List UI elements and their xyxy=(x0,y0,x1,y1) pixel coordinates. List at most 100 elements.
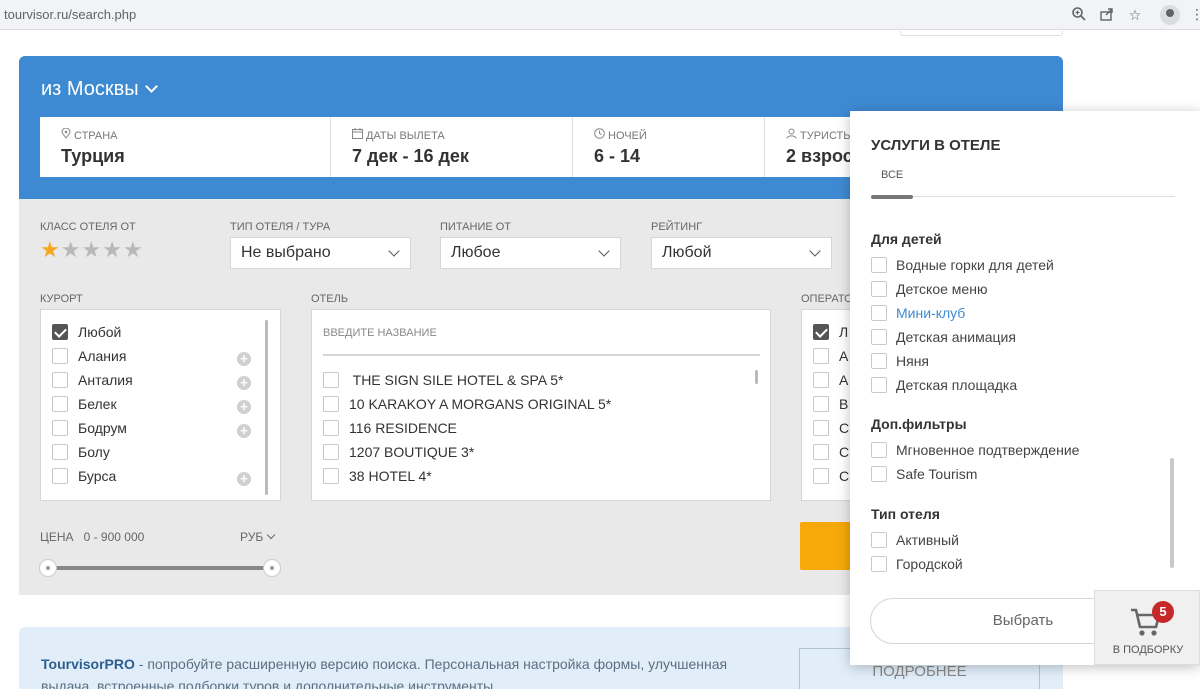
checkbox[interactable] xyxy=(871,329,887,346)
operator-item[interactable]: А xyxy=(813,372,848,392)
checkbox[interactable] xyxy=(52,348,68,365)
hotel-scrollbar[interactable] xyxy=(755,370,758,384)
price-slider-track[interactable] xyxy=(48,566,273,570)
checkbox[interactable] xyxy=(871,353,887,370)
hotel-type-select[interactable]: Не выбрано xyxy=(230,237,411,269)
checkbox[interactable] xyxy=(52,468,68,485)
service-item[interactable]: Водные горки для детей xyxy=(871,257,1054,274)
resort-item[interactable]: Бурса xyxy=(52,468,116,488)
tab-all[interactable]: ВСЕ xyxy=(881,169,903,181)
expand-plus-icon[interactable]: + xyxy=(237,400,251,414)
address-bar[interactable]: tourvisor.ru/search.php xyxy=(4,7,136,22)
checkbox[interactable] xyxy=(323,396,339,413)
hotel-list: ВВЕДИТЕ НАЗВАНИЕ THE SIGN SILE HOTEL & S… xyxy=(311,309,771,501)
currency-select[interactable]: РУБ xyxy=(240,530,276,544)
hotel-item[interactable]: 10 KARAKOY A MORGANS ORIGINAL 5* xyxy=(323,396,611,416)
expand-plus-icon[interactable]: + xyxy=(237,472,251,486)
hotel-item[interactable]: 1207 BOUTIQUE 3* xyxy=(323,444,474,464)
promo-brand[interactable]: TourvisorPRO xyxy=(41,656,135,672)
price-slider-min-handle[interactable] xyxy=(39,559,57,577)
zoom-icon[interactable] xyxy=(1070,6,1088,24)
operator-item[interactable]: Л xyxy=(813,324,848,344)
operator-item[interactable]: С xyxy=(813,444,849,464)
chevron-down-icon xyxy=(267,530,276,540)
checkbox[interactable] xyxy=(52,372,68,389)
checkbox[interactable] xyxy=(871,556,887,573)
service-item[interactable]: Мгновенное подтверждение xyxy=(871,442,1079,459)
profile-avatar-icon[interactable] xyxy=(1160,5,1180,25)
bookmark-star-icon[interactable]: ☆ xyxy=(1126,6,1144,24)
hotel-item[interactable]: 116 RESIDENCE xyxy=(323,420,457,440)
checkbox[interactable] xyxy=(813,348,829,365)
expand-plus-icon[interactable]: + xyxy=(237,352,251,366)
chevron-down-icon xyxy=(809,245,821,257)
checkbox[interactable] xyxy=(813,444,829,461)
resort-item[interactable]: Бодрум xyxy=(52,420,127,440)
resort-scrollbar[interactable] xyxy=(265,320,268,495)
checkbox[interactable] xyxy=(323,420,339,437)
checkbox[interactable] xyxy=(871,466,887,483)
price-slider-max-handle[interactable] xyxy=(263,559,281,577)
operator-item[interactable]: С xyxy=(813,420,849,440)
param-country[interactable]: СТРАНА Турция xyxy=(40,117,331,177)
checkbox[interactable] xyxy=(323,372,339,389)
chevron-down-icon xyxy=(598,245,610,257)
hotel-item[interactable]: THE SIGN SILE HOTEL & SPA 5* xyxy=(323,372,563,392)
checkbox[interactable] xyxy=(813,420,829,437)
checkbox[interactable] xyxy=(871,257,887,274)
service-item[interactable]: Городской xyxy=(871,556,963,573)
expand-plus-icon[interactable]: + xyxy=(237,376,251,390)
operator-item[interactable]: А xyxy=(813,348,848,368)
checkbox[interactable] xyxy=(871,305,887,322)
checkbox[interactable] xyxy=(813,396,829,413)
checkbox[interactable] xyxy=(871,442,887,459)
star-icon[interactable]: ★ xyxy=(81,237,102,262)
share-icon[interactable] xyxy=(1098,6,1116,24)
rating-select[interactable]: Любой xyxy=(651,237,832,269)
clock-icon xyxy=(594,128,605,142)
checkbox[interactable] xyxy=(323,468,339,485)
operator-item-label: А xyxy=(839,372,849,388)
hotel-item[interactable]: 38 HOTEL 4* xyxy=(323,468,432,488)
service-item[interactable]: Активный xyxy=(871,532,959,549)
star-icon[interactable]: ★ xyxy=(40,237,61,262)
operator-item[interactable]: В xyxy=(813,396,848,416)
checkbox[interactable] xyxy=(813,468,829,485)
checkbox[interactable] xyxy=(813,372,829,389)
resort-item[interactable]: Болу xyxy=(52,444,110,464)
checkbox[interactable] xyxy=(52,420,68,437)
checkbox[interactable] xyxy=(52,396,68,413)
checkbox[interactable] xyxy=(871,532,887,549)
checkbox[interactable] xyxy=(871,281,887,298)
resort-item[interactable]: Анталия xyxy=(52,372,133,392)
star-icon[interactable]: ★ xyxy=(123,237,144,262)
resort-item[interactable]: Белек xyxy=(52,396,117,416)
service-item[interactable]: Safe Tourism xyxy=(871,466,977,483)
param-nights[interactable]: НОЧЕЙ 6 - 14 xyxy=(573,117,765,177)
departure-city-select[interactable]: из Москвы xyxy=(41,78,158,101)
checkbox[interactable] xyxy=(52,444,68,461)
checkbox[interactable] xyxy=(813,324,829,341)
resort-item[interactable]: Алания xyxy=(52,348,126,368)
star-icon[interactable]: ★ xyxy=(102,237,123,262)
service-item[interactable]: Мини-клуб xyxy=(871,305,965,322)
hotel-search-input[interactable]: ВВЕДИТЕ НАЗВАНИЕ xyxy=(323,324,760,356)
meal-select[interactable]: Любое xyxy=(440,237,621,269)
param-dates[interactable]: ДАТЫ ВЫЛЕТА 7 дек - 16 дек xyxy=(331,117,573,177)
operator-item[interactable]: С xyxy=(813,468,849,488)
selection-cart[interactable]: 5 В ПОДБОРКУ xyxy=(1094,590,1200,665)
panel-scrollbar[interactable] xyxy=(1170,458,1174,568)
service-item[interactable]: Детская площадка xyxy=(871,377,1017,394)
operator-item-label: С xyxy=(839,420,850,436)
section-title: Для детей xyxy=(871,231,942,247)
checkbox[interactable] xyxy=(52,324,68,341)
service-item[interactable]: Няня xyxy=(871,353,929,370)
service-item[interactable]: Детское меню xyxy=(871,281,987,298)
expand-plus-icon[interactable]: + xyxy=(237,424,251,438)
checkbox[interactable] xyxy=(323,444,339,461)
browser-menu-icon[interactable]: ⋮ xyxy=(1190,6,1200,23)
star-icon[interactable]: ★ xyxy=(61,237,82,262)
resort-item[interactable]: Любой xyxy=(52,324,121,344)
checkbox[interactable] xyxy=(871,377,887,394)
service-item[interactable]: Детская анимация xyxy=(871,329,1016,346)
